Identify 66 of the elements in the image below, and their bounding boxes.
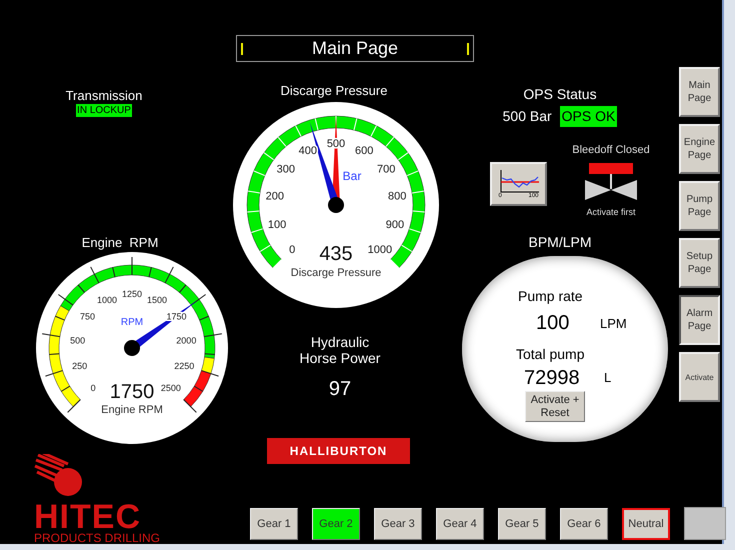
scale-label: 0 bbox=[90, 382, 96, 393]
page-title: Main Page bbox=[236, 35, 474, 62]
scale-label: 800 bbox=[388, 190, 406, 202]
activate-reset-button[interactable]: Activate + Reset bbox=[525, 391, 585, 422]
valve-icon bbox=[583, 162, 639, 202]
ops-pressure: 500 Bar bbox=[502, 107, 552, 126]
pump-rate-value: 100 bbox=[536, 311, 570, 336]
needle-pivot bbox=[124, 340, 140, 356]
company-logo-name: HITEC bbox=[34, 502, 141, 532]
blank-button[interactable] bbox=[684, 507, 726, 540]
gauge-caption: Discarge Pressure bbox=[290, 267, 382, 279]
scale-label: 1000 bbox=[368, 244, 392, 256]
scale-label: 1250 bbox=[122, 289, 142, 299]
company-logo-tagline: PRODUCTS DRILLING bbox=[34, 532, 160, 545]
gear-button[interactable]: Gear 6 bbox=[560, 508, 608, 540]
hydraulic-value: 97 bbox=[328, 377, 352, 402]
gear-button[interactable]: Gear 1 bbox=[250, 508, 298, 540]
bleedoff-status: Bleedoff Closed bbox=[572, 143, 650, 158]
ops-label: OPS Status bbox=[523, 85, 597, 104]
gear-button[interactable]: Neutral bbox=[622, 508, 670, 540]
scale-label: 900 bbox=[386, 219, 404, 232]
gauge-caption: Engine RPM bbox=[101, 404, 163, 416]
scale-label: 750 bbox=[80, 312, 96, 322]
total-pump-unit: L bbox=[604, 369, 612, 387]
scale-label: 700 bbox=[376, 164, 396, 176]
scale-label: 2500 bbox=[160, 382, 181, 393]
scale-label: 0 bbox=[289, 244, 296, 256]
total-pump-value: 72998 bbox=[524, 366, 580, 391]
scale-label: 300 bbox=[276, 164, 296, 176]
unit-label: Bar bbox=[342, 169, 362, 183]
bleedoff-hint: Activate first bbox=[586, 206, 636, 218]
scale-label: 2250 bbox=[174, 361, 194, 371]
needle-pivot bbox=[328, 197, 344, 213]
nav-button[interactable]: Main Page bbox=[679, 67, 720, 117]
gauge-reading: 1750 bbox=[110, 381, 154, 403]
nav-button[interactable]: Setup Page bbox=[679, 238, 720, 288]
nav-button[interactable]: Activate bbox=[679, 352, 720, 402]
ops-status: OPS OK bbox=[560, 106, 618, 127]
unit-label: RPM bbox=[120, 317, 144, 328]
scale-label: 1500 bbox=[146, 295, 167, 305]
gear-button[interactable]: Gear 5 bbox=[498, 508, 546, 540]
scale-label: 250 bbox=[72, 361, 88, 371]
scale-label: 400 bbox=[298, 144, 318, 157]
scale-label: 600 bbox=[354, 144, 374, 157]
gauge-title: Discarge Pressure bbox=[280, 83, 388, 98]
nav-button[interactable]: Engine Page bbox=[679, 124, 720, 174]
gauge-title: Engine RPM bbox=[82, 235, 158, 250]
gear-button[interactable]: Gear 2 bbox=[312, 508, 360, 540]
scale-label: 2000 bbox=[176, 335, 196, 346]
nav-button[interactable]: Alarm Page bbox=[679, 295, 720, 345]
nav-button[interactable]: Pump Page bbox=[679, 181, 720, 231]
transmission-label: Transmission bbox=[66, 88, 142, 104]
pump-rate-unit: LPM bbox=[600, 315, 627, 333]
scale-label: 100 bbox=[268, 219, 286, 232]
hydraulic-label: Hydraulic Horse Power bbox=[298, 334, 382, 366]
total-pump-label: Total pump bbox=[516, 345, 584, 364]
scale-label: 500 bbox=[70, 335, 86, 346]
gear-button[interactable]: Gear 3 bbox=[374, 508, 422, 540]
gauge-reading: 435 bbox=[319, 243, 353, 265]
gear-button[interactable]: Gear 4 bbox=[436, 508, 484, 540]
pump-rate-label: Pump rate bbox=[518, 287, 583, 306]
brand-logo: HALLIBURTON bbox=[267, 438, 410, 464]
transmission-status: IN LOCKUP bbox=[76, 104, 132, 117]
pump-title: BPM/LPM bbox=[528, 234, 592, 250]
scale-label: 1000 bbox=[97, 295, 118, 305]
scale-label: 200 bbox=[266, 190, 284, 202]
